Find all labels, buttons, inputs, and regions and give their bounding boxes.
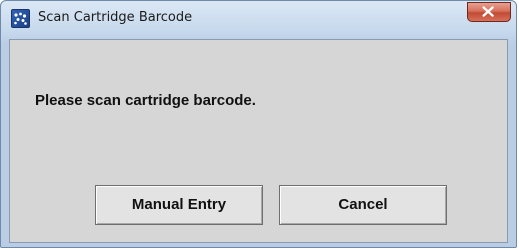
dialog-body: Please scan cartridge barcode. Manual En… — [9, 39, 508, 243]
window-title: Scan Cartridge Barcode — [38, 10, 193, 25]
cancel-button[interactable]: Cancel — [279, 185, 447, 225]
app-dots-icon — [11, 9, 30, 28]
close-button[interactable] — [467, 2, 511, 22]
manual-entry-button[interactable]: Manual Entry — [95, 185, 263, 225]
dialog-message: Please scan cartridge barcode. — [35, 92, 256, 109]
title-bar[interactable]: Scan Cartridge Barcode — [1, 1, 516, 39]
dialog-window: Scan Cartridge Barcode Please scan cartr… — [0, 0, 517, 248]
close-icon — [482, 6, 494, 17]
